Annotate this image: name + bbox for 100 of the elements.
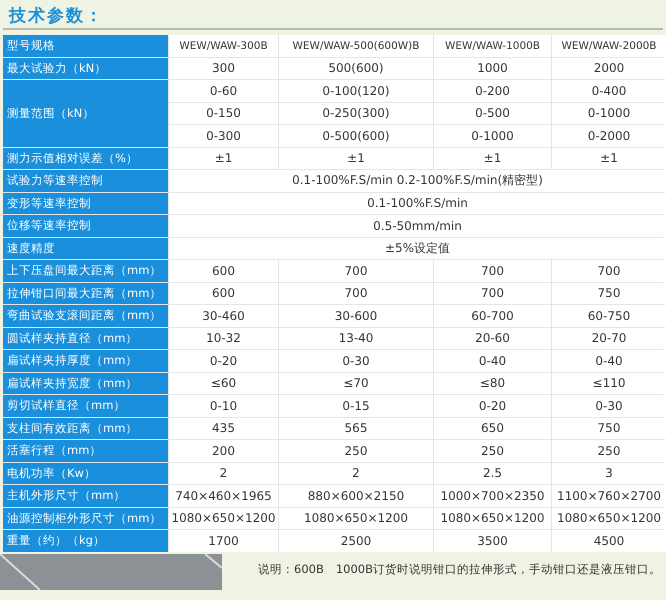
table-cell: 0-250(300) bbox=[279, 102, 433, 124]
table-cell: 200 bbox=[169, 440, 278, 462]
table-cell: 650 bbox=[434, 418, 551, 439]
row-label: 主机外形尺寸（mm） bbox=[3, 485, 168, 506]
table-cell: 0-300 bbox=[169, 125, 278, 146]
row-label: 最大试验力（kN） bbox=[3, 58, 168, 79]
table-cell: 1080×650×1200 bbox=[279, 508, 433, 529]
table-cell: 30-600 bbox=[279, 305, 433, 326]
note-text: 说明：600B 1000B订货时说明钳口的拉伸形式，手动钳口还是液压钳口。 bbox=[258, 562, 661, 576]
row-label: 弯曲试验支滚间距离（mm） bbox=[3, 305, 168, 326]
table-cell: 0-20 bbox=[434, 395, 551, 416]
row-label: 上下压盘间最大距离（mm） bbox=[3, 260, 168, 282]
table-cell: 700 bbox=[434, 282, 551, 304]
table-cell: 4500 bbox=[552, 530, 666, 552]
table-cell: 60-750 bbox=[552, 305, 666, 326]
table-cell: 250 bbox=[552, 440, 666, 462]
table-cell: 700 bbox=[434, 260, 551, 282]
table-cell: 2 bbox=[169, 462, 278, 484]
table-cell: ≤110 bbox=[552, 372, 666, 394]
table-cell: WEW/WAW-300B bbox=[169, 35, 278, 56]
row-label: 速度精度 bbox=[3, 238, 168, 259]
row-label: 型号规格 bbox=[3, 35, 168, 56]
table-cell: 2 bbox=[279, 462, 433, 484]
table-cell: 700 bbox=[279, 282, 433, 304]
table-cell: 1080×650×1200 bbox=[169, 508, 278, 529]
table-cell: ±1 bbox=[279, 148, 433, 169]
table-cell: 0-15 bbox=[279, 395, 433, 416]
table-cell: 1100×760×2700 bbox=[552, 485, 666, 506]
table-cell: 0-100(120) bbox=[279, 80, 433, 102]
table-cell: 0-40 bbox=[434, 350, 551, 372]
table-cell: 2500 bbox=[279, 530, 433, 552]
row-label: 活塞行程（mm） bbox=[3, 440, 168, 462]
table-cell: 0-500 bbox=[434, 102, 551, 124]
table-cell: 0-2000 bbox=[552, 125, 666, 146]
table-cell: 0-200 bbox=[434, 80, 551, 102]
row-label: 测量范围（kN） bbox=[3, 80, 168, 146]
table-cell: ±1 bbox=[434, 148, 551, 169]
table-cell: 3500 bbox=[434, 530, 551, 552]
table-cell: ≤60 bbox=[169, 372, 278, 394]
table-cell: 600 bbox=[169, 282, 278, 304]
table-cell: 20-70 bbox=[552, 328, 666, 349]
table-cell: ±1 bbox=[169, 148, 278, 169]
row-label: 圆试样夹持直径（mm） bbox=[3, 328, 168, 349]
table-cell: 435 bbox=[169, 418, 278, 439]
table-cell: WEW/WAW-2000B bbox=[552, 35, 666, 56]
table-cell: 0-150 bbox=[169, 102, 278, 124]
table-cell: 3 bbox=[552, 462, 666, 484]
table-cell: 2000 bbox=[552, 58, 666, 79]
row-label: 试验力等速率控制 bbox=[3, 170, 168, 192]
table-cell: 60-700 bbox=[434, 305, 551, 326]
table-cell: ≤80 bbox=[434, 372, 551, 394]
row-label: 重量（约）（kg） bbox=[3, 530, 168, 552]
table-cell: 1080×650×1200 bbox=[434, 508, 551, 529]
table-cell: 1000×700×2350 bbox=[434, 485, 551, 506]
table-cell: 880×600×2150 bbox=[279, 485, 433, 506]
table-cell: 740×460×1965 bbox=[169, 485, 278, 506]
table-cell: 0.5-50mm/min bbox=[169, 215, 666, 236]
table-cell: 700 bbox=[552, 260, 666, 282]
table-cell: 1700 bbox=[169, 530, 278, 552]
row-label: 测力示值相对误差（%） bbox=[3, 148, 168, 169]
table-cell: 500(600) bbox=[279, 58, 433, 79]
table-cell: 0-1000 bbox=[552, 102, 666, 124]
table-cell: 700 bbox=[279, 260, 433, 282]
table-cell: 0.1-100%F.S/min bbox=[169, 192, 666, 214]
table-cell: 750 bbox=[552, 282, 666, 304]
row-label: 支柱间有效距离（mm） bbox=[3, 418, 168, 439]
table-cell: 0-20 bbox=[169, 350, 278, 372]
row-label: 位移等速率控制 bbox=[3, 215, 168, 236]
row-label: 电机功率（Kw） bbox=[3, 462, 168, 484]
table-cell: 0.1-100%F.S/min 0.2-100%F.S/min(精密型) bbox=[169, 170, 666, 192]
table-cell: 250 bbox=[279, 440, 433, 462]
table-cell: WEW/WAW-1000B bbox=[434, 35, 551, 56]
table-cell: ±1 bbox=[552, 148, 666, 169]
table-cell: 0-500(600) bbox=[279, 125, 433, 146]
table-cell: 1080×650×1200 bbox=[552, 508, 666, 529]
table-cell: ≤70 bbox=[279, 372, 433, 394]
row-label: 剪切试样直径（mm） bbox=[3, 395, 168, 416]
section-title: 技术参数： bbox=[9, 6, 104, 26]
table-cell: 20-60 bbox=[434, 328, 551, 349]
row-label: 变形等速率控制 bbox=[3, 192, 168, 214]
table-cell: 13-40 bbox=[279, 328, 433, 349]
row-label: 拉伸钳口间最大距离（mm） bbox=[3, 282, 168, 304]
table-cell: 750 bbox=[552, 418, 666, 439]
table-cell: 300 bbox=[169, 58, 278, 79]
table-cell: 10-32 bbox=[169, 328, 278, 349]
table-cell: 250 bbox=[434, 440, 551, 462]
row-label: 油源控制柜外形尺寸（mm） bbox=[3, 508, 168, 529]
table-cell: 1000 bbox=[434, 58, 551, 79]
table-cell: 0-400 bbox=[552, 80, 666, 102]
table-cell: 0-10 bbox=[169, 395, 278, 416]
table-cell: ±5%设定值 bbox=[169, 238, 666, 259]
table-cell: 565 bbox=[279, 418, 433, 439]
table-cell: 0-40 bbox=[552, 350, 666, 372]
table-cell: 0-1000 bbox=[434, 125, 551, 146]
table-cell: 600 bbox=[169, 260, 278, 282]
table-cell: 30-460 bbox=[169, 305, 278, 326]
row-label: 扁试样夹持宽度（mm） bbox=[3, 372, 168, 394]
row-label: 扁试样夹持厚度（mm） bbox=[3, 350, 168, 372]
table-cell: 0-30 bbox=[552, 395, 666, 416]
table-cell: 2.5 bbox=[434, 462, 551, 484]
